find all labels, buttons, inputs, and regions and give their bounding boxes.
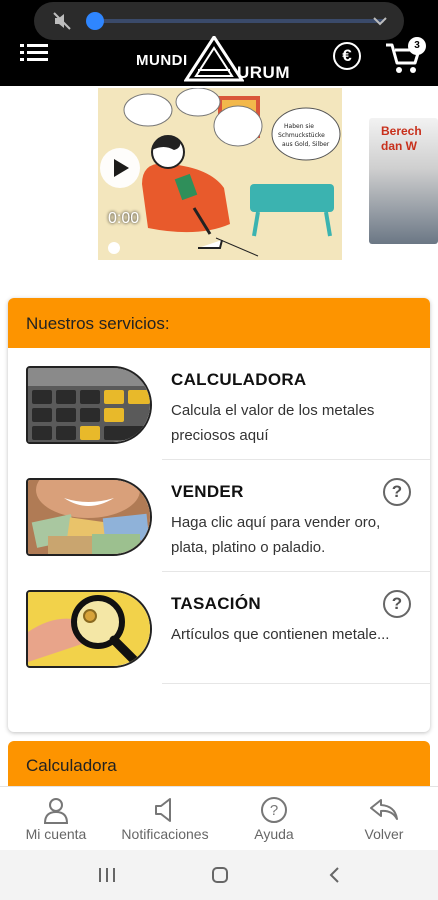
cart-count-badge: 3 [408, 37, 426, 55]
app-header: MUNDI URUM € 3 [0, 0, 438, 86]
promo-video[interactable]: Haben sie Schmuckstücke aus Gold, Silber… [98, 88, 342, 260]
nav-label: Ayuda [254, 826, 294, 842]
nav-label: Volver [364, 826, 404, 842]
svg-text:Schmuckstücke: Schmuckstücke [278, 132, 325, 139]
money-image [26, 478, 152, 556]
volume-track[interactable] [94, 19, 384, 23]
svg-text:?: ? [270, 802, 278, 819]
service-item-vender[interactable]: VENDER Haga clic aquí para vender oro, p… [8, 460, 430, 572]
volume-slider-knob[interactable] [86, 12, 104, 30]
speaker-icon [155, 798, 171, 822]
service-title: TASACIÓN [171, 594, 261, 613]
user-icon [43, 798, 69, 824]
menu-icon[interactable] [20, 44, 48, 62]
main-content: Haben sie Schmuckstücke aus Gold, Silber… [0, 86, 438, 791]
home-icon[interactable] [211, 866, 229, 884]
services-title: Nuestros servicios: [8, 298, 430, 348]
nav-volver[interactable]: Volver [338, 787, 430, 851]
carousel-card-text: Berech dan W [381, 124, 422, 154]
magnifier-image [26, 590, 152, 668]
service-title: VENDER [171, 482, 244, 501]
nav-label: Notificaciones [121, 826, 209, 842]
divider [162, 683, 430, 684]
play-icon [114, 159, 129, 177]
bottom-navigation: Mi cuenta Notificaciones ? Ayuda Volver [0, 786, 438, 850]
mundiaurum-logo[interactable]: MUNDI URUM [134, 36, 306, 82]
services-card: Nuestros servicios: CALCULADORA Calcula … [8, 298, 430, 732]
svg-text:Haben sie: Haben sie [284, 123, 314, 130]
system-navigation-bar [0, 850, 438, 900]
currency-button[interactable]: € [333, 42, 361, 70]
reply-back-icon [370, 799, 398, 820]
service-description: Calcula el valor de los metales precioso… [171, 402, 375, 444]
nav-notificaciones[interactable]: Notificaciones [112, 787, 218, 851]
nav-ayuda[interactable]: ? Ayuda [228, 787, 320, 851]
video-scrubber[interactable] [108, 242, 120, 254]
calculator-image [26, 366, 152, 444]
calculadora-section-header[interactable]: Calculadora [8, 741, 430, 791]
nav-label: Mi cuenta [25, 826, 87, 842]
next-carousel-card[interactable]: Berech dan W [369, 118, 438, 244]
money-illustration [28, 480, 150, 554]
logo-text-mundi: MUNDI [136, 52, 188, 69]
mute-icon[interactable] [52, 11, 72, 31]
help-icon[interactable]: ? [383, 478, 411, 506]
magnifier-illustration [28, 592, 150, 666]
help-circle-icon: ? [261, 797, 287, 823]
nav-mi-cuenta[interactable]: Mi cuenta [10, 787, 102, 851]
help-icon[interactable]: ? [383, 590, 411, 618]
service-item-tasacion[interactable]: TASACIÓN Artículos que contienen metale.… [8, 572, 430, 684]
carousel-card-line2: dan W [381, 139, 417, 153]
chevron-down-icon[interactable] [372, 14, 388, 28]
logo-text-urum: URUM [237, 63, 290, 82]
carousel-card-line1: Berech [381, 124, 422, 138]
service-description: Haga clic aquí para vender oro, plata, p… [171, 514, 381, 556]
service-item-calculadora[interactable]: CALCULADORA Calcula el valor de los meta… [8, 348, 430, 460]
play-button[interactable] [100, 148, 140, 188]
service-description: Artículos que contienen metale... [171, 626, 390, 643]
logo-triangle-icon [184, 36, 244, 82]
calculator-illustration [28, 368, 150, 442]
video-time: 0:00 [108, 210, 140, 227]
volume-panel[interactable] [34, 2, 404, 40]
service-title: CALCULADORA [171, 370, 307, 389]
recent-apps-icon[interactable] [98, 867, 116, 883]
back-icon[interactable] [328, 866, 340, 884]
svg-text:aus Gold, Silber: aus Gold, Silber [282, 141, 330, 148]
